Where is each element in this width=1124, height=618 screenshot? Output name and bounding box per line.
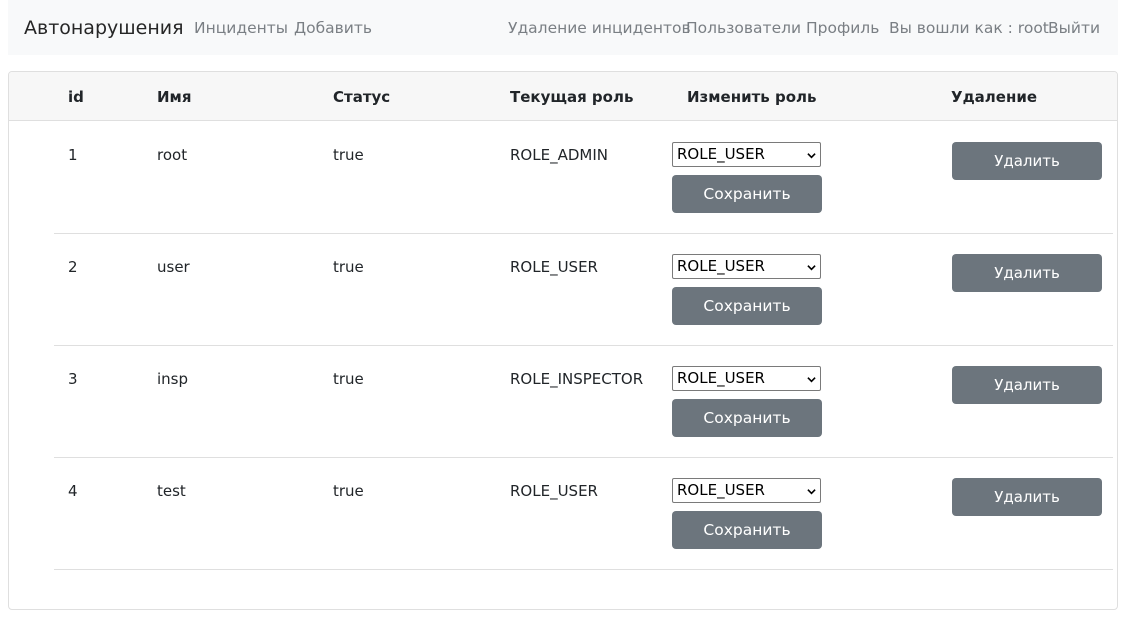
delete-user-button[interactable]: Удалить (952, 478, 1102, 516)
save-role-button[interactable]: Сохранить (672, 175, 822, 213)
cell-name: root (157, 146, 188, 164)
users-table-card: id Имя Статус Текущая роль Изменить роль… (8, 71, 1118, 610)
cell-current-role: ROLE_USER (510, 482, 598, 500)
column-header-current-role: Текущая роль (510, 88, 634, 106)
delete-user-button[interactable]: Удалить (952, 142, 1102, 180)
cell-name: user (157, 258, 190, 276)
chevron-down-icon (807, 265, 816, 271)
brand-link[interactable]: Автонарушения (24, 0, 184, 56)
nav-link-profile[interactable]: Профиль (806, 0, 879, 56)
table-row: 4 test true ROLE_USER ROLE_USER Сохранит… (9, 458, 1117, 570)
nav-link-logout[interactable]: Выйти (1048, 0, 1100, 56)
cell-id: 3 (68, 370, 78, 388)
cell-name: test (157, 482, 186, 500)
table-row: 2 user true ROLE_USER ROLE_USER Сохранит… (9, 234, 1117, 346)
role-select[interactable]: ROLE_USER (672, 366, 821, 391)
chevron-down-icon (807, 153, 816, 159)
table-row: 1 root true ROLE_ADMIN ROLE_USER Сохрани… (9, 122, 1117, 234)
table-header: id Имя Статус Текущая роль Изменить роль… (9, 72, 1117, 121)
role-select-value: ROLE_USER (677, 257, 765, 275)
delete-user-button[interactable]: Удалить (952, 254, 1102, 292)
column-header-name: Имя (157, 88, 192, 106)
navbar: Автонарушения Инциденты Добавить Удалени… (8, 0, 1118, 55)
role-select-value: ROLE_USER (677, 145, 765, 163)
nav-link-users[interactable]: Пользователи (686, 0, 801, 56)
role-select[interactable]: ROLE_USER (672, 478, 821, 503)
cell-id: 1 (68, 146, 78, 164)
row-divider (54, 569, 1113, 570)
cell-status: true (333, 146, 364, 164)
column-header-status: Статус (333, 88, 391, 106)
delete-user-button[interactable]: Удалить (952, 366, 1102, 404)
chevron-down-icon (807, 489, 816, 495)
cell-current-role: ROLE_ADMIN (510, 146, 608, 164)
role-select-value: ROLE_USER (677, 369, 765, 387)
nav-logged-in-as[interactable]: Вы вошли как : root (889, 0, 1049, 56)
role-select[interactable]: ROLE_USER (672, 254, 821, 279)
cell-status: true (333, 482, 364, 500)
nav-link-add[interactable]: Добавить (294, 0, 372, 56)
nav-link-incidents[interactable]: Инциденты (194, 0, 288, 56)
chevron-down-icon (807, 377, 816, 383)
table-row: 3 insp true ROLE_INSPECTOR ROLE_USER Сох… (9, 346, 1117, 458)
cell-id: 4 (68, 482, 78, 500)
save-role-button[interactable]: Сохранить (672, 287, 822, 325)
cell-current-role: ROLE_INSPECTOR (510, 370, 644, 388)
role-select-value: ROLE_USER (677, 481, 765, 499)
nav-link-delete-incidents[interactable]: Удаление инцидентов (508, 0, 691, 56)
cell-name: insp (157, 370, 189, 388)
cell-status: true (333, 370, 364, 388)
column-header-delete: Удаление (951, 88, 1038, 106)
role-select[interactable]: ROLE_USER (672, 142, 821, 167)
save-role-button[interactable]: Сохранить (672, 511, 822, 549)
cell-status: true (333, 258, 364, 276)
cell-current-role: ROLE_USER (510, 258, 598, 276)
column-header-change-role: Изменить роль (687, 88, 817, 106)
column-header-id: id (68, 88, 84, 106)
cell-id: 2 (68, 258, 78, 276)
save-role-button[interactable]: Сохранить (672, 399, 822, 437)
